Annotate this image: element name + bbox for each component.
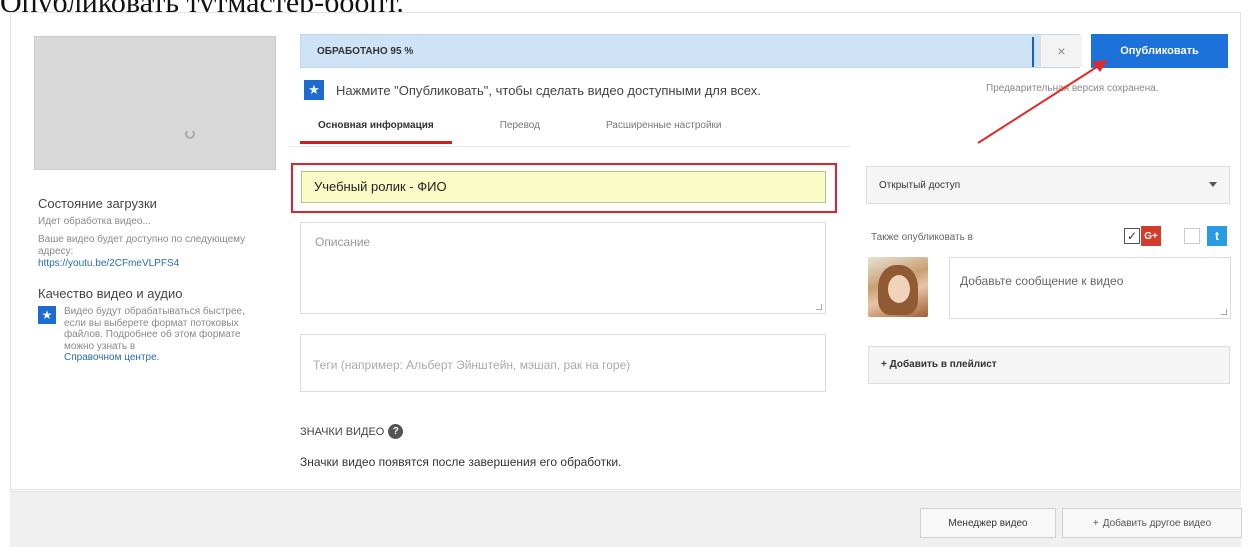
thumbnails-heading: ЗНАЧКИ ВИДЕО <box>300 425 385 438</box>
quality-description: Видео будут обрабатываться быстрее, если… <box>64 306 245 352</box>
star-icon: ★ <box>304 80 324 100</box>
star-icon: ★ <box>38 306 56 324</box>
add-another-video-button[interactable]: + Добавить другое видео <box>1062 508 1242 538</box>
tags-field[interactable]: Теги (например: Альберт Эйнштейн, мэшап,… <box>300 334 826 392</box>
progress-marker <box>1032 37 1034 67</box>
resize-grip-icon[interactable] <box>1221 309 1227 315</box>
video-manager-button[interactable]: Менеджер видео <box>920 508 1056 538</box>
chevron-down-icon <box>1209 182 1217 187</box>
upload-status-heading: Состояние загрузки <box>38 196 157 211</box>
google-plus-icon: G+ <box>1141 226 1161 246</box>
avatar-face <box>888 275 910 303</box>
description-field[interactable]: Описание <box>300 222 826 314</box>
upload-status-section: Состояние загрузки Идет обработка видео.… <box>38 196 258 364</box>
close-icon[interactable]: × <box>1040 35 1082 67</box>
quality-row: ★ Видео будут обрабатываться быстрее, ес… <box>38 306 258 364</box>
twitter-icon: t <box>1207 226 1227 246</box>
spinner-icon <box>185 129 195 139</box>
publish-hint: ★ Нажмите "Опубликовать", чтобы сделать … <box>304 80 761 100</box>
twitter-checkbox[interactable] <box>1184 228 1200 244</box>
avatar <box>868 257 928 317</box>
title-input[interactable]: Учебный ролик - ФИО <box>301 171 826 203</box>
upload-status-text: Идет обработка видео... <box>38 216 151 227</box>
gplus-checkbox[interactable]: ✓ <box>1124 228 1140 244</box>
help-icon[interactable]: ? <box>388 424 404 439</box>
tab-divider <box>290 146 850 147</box>
tab-advanced-settings[interactable]: Расширенные настройки <box>558 112 740 144</box>
tab-bar: Основная информация Перевод Расширенные … <box>300 112 740 144</box>
progress-label: ОБРАБОТАНО 95 % <box>317 46 414 57</box>
thumbnails-note: Значки видео появятся после завершения е… <box>300 455 622 469</box>
also-publish-label: Также опубликовать в <box>871 232 973 243</box>
tab-translation[interactable]: Перевод <box>452 112 558 144</box>
video-thumbnail-placeholder <box>34 36 276 170</box>
draft-saved-note: Предварительная версия сохранена. <box>986 83 1159 94</box>
add-to-playlist-button[interactable]: + Добавить в плейлист <box>868 346 1230 384</box>
tab-basic-info[interactable]: Основная информация <box>300 112 452 144</box>
footer-bar <box>10 491 1241 547</box>
share-message-input[interactable]: Добавьте сообщение к видео <box>949 257 1231 319</box>
publish-hint-text: Нажмите "Опубликовать", чтобы сделать ви… <box>336 82 761 98</box>
processing-progress-bar: ОБРАБОТАНО 95 % <box>300 34 1080 68</box>
help-center-link[interactable]: Справочном центре. <box>64 352 258 364</box>
upload-url-intro: Ваше видео будет доступно по следующему … <box>38 234 246 257</box>
plus-icon: + <box>1092 517 1099 529</box>
quality-heading: Качество видео и аудио <box>38 286 183 301</box>
add-another-video-label: Добавить другое видео <box>1102 517 1212 529</box>
quality-text: Видео будут обрабатываться быстрее, если… <box>64 306 258 364</box>
publish-button[interactable]: Опубликовать <box>1091 34 1228 68</box>
resize-grip-icon[interactable] <box>816 304 822 310</box>
thumbnails-heading-row: ЗНАЧКИ ВИДЕО ? <box>300 424 404 439</box>
privacy-select[interactable]: Открытый доступ <box>866 166 1230 204</box>
video-url-link[interactable]: https://youtu.be/2CFmeVLPFS4 <box>38 258 258 270</box>
